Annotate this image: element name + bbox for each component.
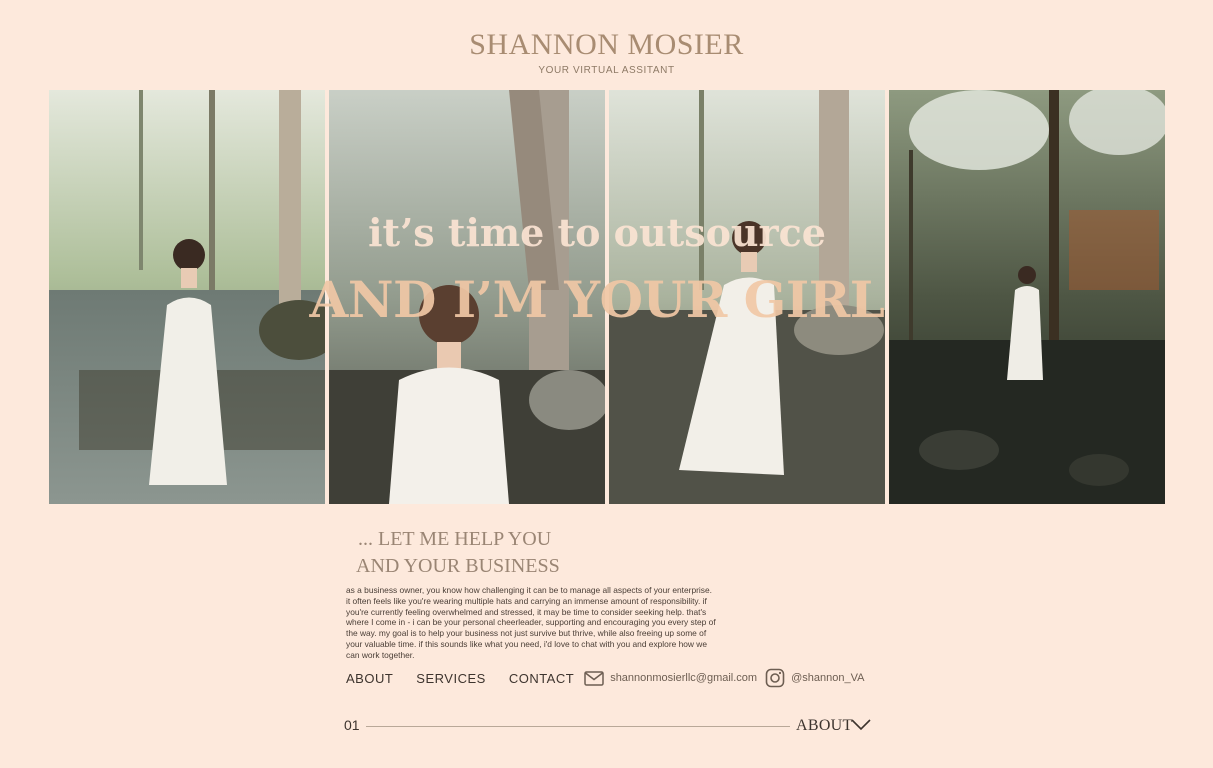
chevron-down-icon[interactable] xyxy=(850,718,872,732)
brand-name[interactable]: SHANNON MOSIER xyxy=(0,28,1213,62)
page-footer: 01 ABOUT xyxy=(344,716,874,736)
instagram-link[interactable]: @shannon_VA xyxy=(765,668,864,688)
divider-line xyxy=(366,726,790,727)
section-label: ABOUT xyxy=(796,717,853,734)
instagram-handle: @shannon_VA xyxy=(791,672,865,684)
nav-about[interactable]: ABOUT xyxy=(346,671,393,686)
nav-services[interactable]: SERVICES xyxy=(416,671,486,686)
page-number: 01 xyxy=(344,717,360,733)
brand-header: SHANNON MOSIER YOUR VIRTUAL ASSITANT xyxy=(0,28,1213,76)
intro-heading-line2: AND YOUR BUSINESS xyxy=(356,555,560,577)
intro-heading-line1: ... LET ME HELP YOU xyxy=(358,528,552,550)
email-address: shannonmosierllc@gmail.com xyxy=(610,672,758,684)
email-link[interactable]: shannonmosierllc@gmail.com xyxy=(584,670,758,686)
instagram-icon xyxy=(765,668,785,688)
intro-body: as a business owner, you know how challe… xyxy=(346,585,716,660)
brand-tagline: YOUR VIRTUAL ASSITANT xyxy=(538,65,675,76)
hero-subheadline: AND I’M YOUR GIRL xyxy=(309,270,885,329)
mail-icon xyxy=(584,670,604,686)
intro-heading: ... LET ME HELP YOU AND YOUR BUSINESS xyxy=(356,526,560,580)
hero-headline: it’s time to outsource xyxy=(368,210,826,255)
bottom-nav: ABOUT SERVICES CONTACT shannonmosierllc@… xyxy=(346,668,872,688)
nav-contact[interactable]: CONTACT xyxy=(509,671,574,686)
